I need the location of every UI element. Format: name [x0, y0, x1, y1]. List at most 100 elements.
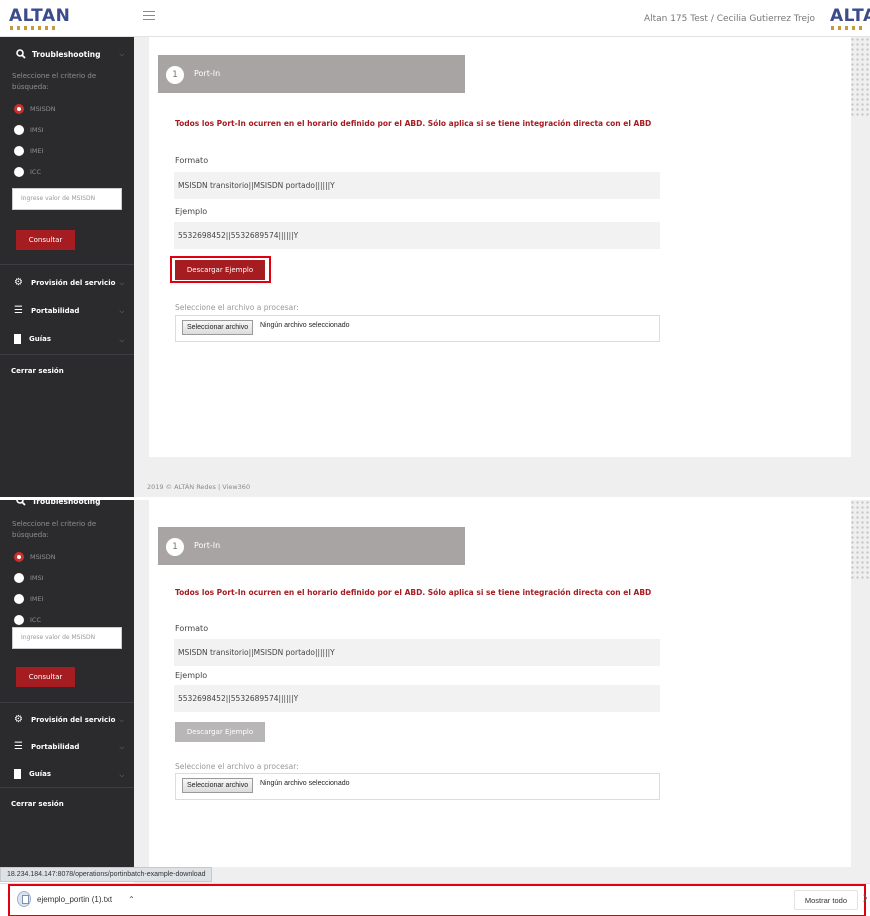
radio-imsi[interactable]: IMSI: [14, 125, 44, 135]
troubleshooting-label: Troubleshooting: [32, 49, 101, 59]
chevron-down-icon: ⌵: [119, 51, 124, 58]
download-bar: ejemplo_portin (1).txt ⌃ Mostrar todo ❯: [0, 883, 870, 916]
footer: 2019 © ALTÁN Redes | View360: [147, 483, 251, 491]
document-icon: [14, 769, 21, 779]
top-header: ALTAN Altan 175 Test / Cecilia Gutierrez…: [0, 0, 870, 37]
user-name[interactable]: Altan 175 Test / Cecilia Gutierrez Trejo: [644, 14, 815, 24]
nav-portabilidad[interactable]: ☰ Portabilidad: [14, 305, 79, 316]
logout-link[interactable]: Cerrar sesión: [11, 800, 64, 808]
divider: [0, 264, 134, 265]
document-icon: [14, 334, 21, 344]
sidebar: Troubleshooting ⌵ Seleccione el criterio…: [0, 37, 134, 497]
download-example-button[interactable]: Descargar Ejemplo: [175, 260, 265, 280]
status-url-bar: 18.234.184.147:8078/operations/portinbat…: [0, 867, 213, 882]
close-icon[interactable]: ❯: [862, 894, 868, 902]
divider: [0, 354, 134, 355]
choose-file-button[interactable]: Seleccionar archivo: [182, 320, 254, 335]
chevron-down-icon: ⌵: [119, 280, 124, 287]
sliders-icon: ☰: [14, 741, 23, 752]
msisdn-input[interactable]: Ingrese valor de MSISDN: [12, 627, 122, 649]
troubleshooting-header[interactable]: Troubleshooting: [16, 49, 100, 59]
format-value: MSISDN transitorio||MSISDN portado||||||…: [174, 639, 660, 666]
logout-link[interactable]: Cerrar sesión: [11, 367, 64, 375]
downloaded-file-item[interactable]: ejemplo_portin (1).txt ⌃: [17, 891, 135, 907]
text-file-icon: [17, 891, 31, 907]
radio-icon[interactable]: [14, 573, 24, 583]
downloaded-file-name: ejemplo_portin (1).txt: [37, 894, 113, 904]
chevron-down-icon: ⌵: [119, 337, 124, 344]
file-label: Seleccione el archivo a procesar:: [175, 303, 299, 312]
step-title: Port-In: [194, 541, 221, 550]
search-icon: [16, 500, 26, 506]
step-title: Port-In: [194, 69, 221, 78]
logo-stripe-right: [831, 26, 864, 30]
format-label: Formato: [175, 156, 209, 165]
gears-icon: ⚙: [14, 714, 23, 725]
consult-button[interactable]: Consultar: [16, 667, 75, 687]
file-label: Seleccione el archivo a procesar:: [175, 762, 299, 771]
file-input[interactable]: Seleccionar archivo Ningún archivo selec…: [175, 773, 660, 800]
sliders-icon: ☰: [14, 305, 23, 316]
step-header: 1 Port-In: [158, 55, 465, 93]
altan-logo-right: ALTAN: [830, 6, 870, 26]
search-criteria-hint: Seleccione el criterio de búsqueda:: [12, 520, 97, 539]
chevron-down-icon: ⌵: [119, 744, 124, 751]
example-label: Ejemplo: [175, 207, 208, 216]
radio-imei[interactable]: IMEI: [14, 146, 44, 156]
consult-button[interactable]: Consultar: [16, 230, 75, 250]
chevron-down-icon: ⌵: [119, 308, 124, 315]
nav-guias[interactable]: Guías: [14, 769, 51, 779]
troubleshooting-label: Troubleshooting: [32, 500, 101, 506]
chevron-down-icon: ⌵: [119, 772, 124, 779]
radio-icon[interactable]: [14, 125, 24, 135]
radio-imei[interactable]: IMEI: [14, 594, 44, 604]
hamburger-menu-icon[interactable]: [143, 11, 155, 20]
gears-icon: ⚙: [14, 277, 23, 288]
format-value: MSISDN transitorio||MSISDN portado||||||…: [174, 172, 660, 199]
no-file-text: Ningún archivo seleccionado: [260, 780, 350, 787]
download-example-button-disabled[interactable]: Descargar Ejemplo: [175, 722, 265, 742]
chevron-down-icon: ⌵: [119, 717, 124, 724]
step-header: 1 Port-In: [158, 527, 465, 565]
search-icon: [16, 49, 26, 59]
altan-logo[interactable]: ALTAN: [9, 6, 70, 26]
sidebar: Troubleshooting Seleccione el criterio d…: [0, 500, 134, 867]
screenshot-top: ALTAN Altan 175 Test / Cecilia Gutierrez…: [0, 0, 870, 497]
step-number: 1: [166, 538, 184, 556]
nav-provision[interactable]: ⚙ Provisión del servicio: [14, 714, 115, 725]
example-value: 5532698452||5532689574||||||Y: [174, 685, 660, 712]
show-all-button[interactable]: Mostrar todo: [793, 890, 858, 910]
nav-provision[interactable]: ⚙ Provisión del servicio: [14, 277, 115, 288]
file-input[interactable]: Seleccionar archivo Ningún archivo selec…: [175, 315, 660, 342]
warning-text: Todos los Port-In ocurren en el horario …: [175, 119, 652, 128]
radio-icon[interactable]: [14, 146, 24, 156]
radio-selected-icon[interactable]: [14, 552, 24, 562]
msisdn-input[interactable]: Ingrese valor de MSISDN: [12, 188, 122, 210]
nav-portabilidad[interactable]: ☰ Portabilidad: [14, 741, 79, 752]
radio-icc[interactable]: ICC: [14, 167, 41, 177]
warning-text: Todos los Port-In ocurren en el horario …: [175, 588, 652, 597]
radio-selected-icon[interactable]: [14, 104, 24, 114]
step-number: 1: [166, 66, 184, 84]
logo-stripe: [10, 26, 58, 30]
radio-msisdn[interactable]: MSISDN: [14, 104, 56, 114]
divider: [0, 787, 134, 788]
radio-icc[interactable]: ICC: [14, 615, 41, 625]
radio-imsi[interactable]: IMSI: [14, 573, 44, 583]
radio-icon[interactable]: [14, 167, 24, 177]
radio-msisdn[interactable]: MSISDN: [14, 552, 56, 562]
example-label: Ejemplo: [175, 671, 208, 680]
nav-guias[interactable]: Guías: [14, 334, 51, 344]
radio-icon[interactable]: [14, 615, 24, 625]
example-value: 5532698452||5532689574||||||Y: [174, 222, 660, 249]
no-file-text: Ningún archivo seleccionado: [260, 322, 350, 329]
choose-file-button[interactable]: Seleccionar archivo: [182, 778, 254, 793]
highlight-box: [8, 884, 866, 916]
search-criteria-hint: Seleccione el criterio de búsqueda:: [12, 72, 97, 91]
chevron-up-icon[interactable]: ⌃: [128, 895, 135, 904]
format-label: Formato: [175, 624, 209, 633]
radio-icon[interactable]: [14, 594, 24, 604]
screenshot-bottom: Troubleshooting Seleccione el criterio d…: [0, 500, 870, 916]
troubleshooting-header[interactable]: Troubleshooting: [16, 500, 100, 506]
divider: [0, 702, 134, 703]
